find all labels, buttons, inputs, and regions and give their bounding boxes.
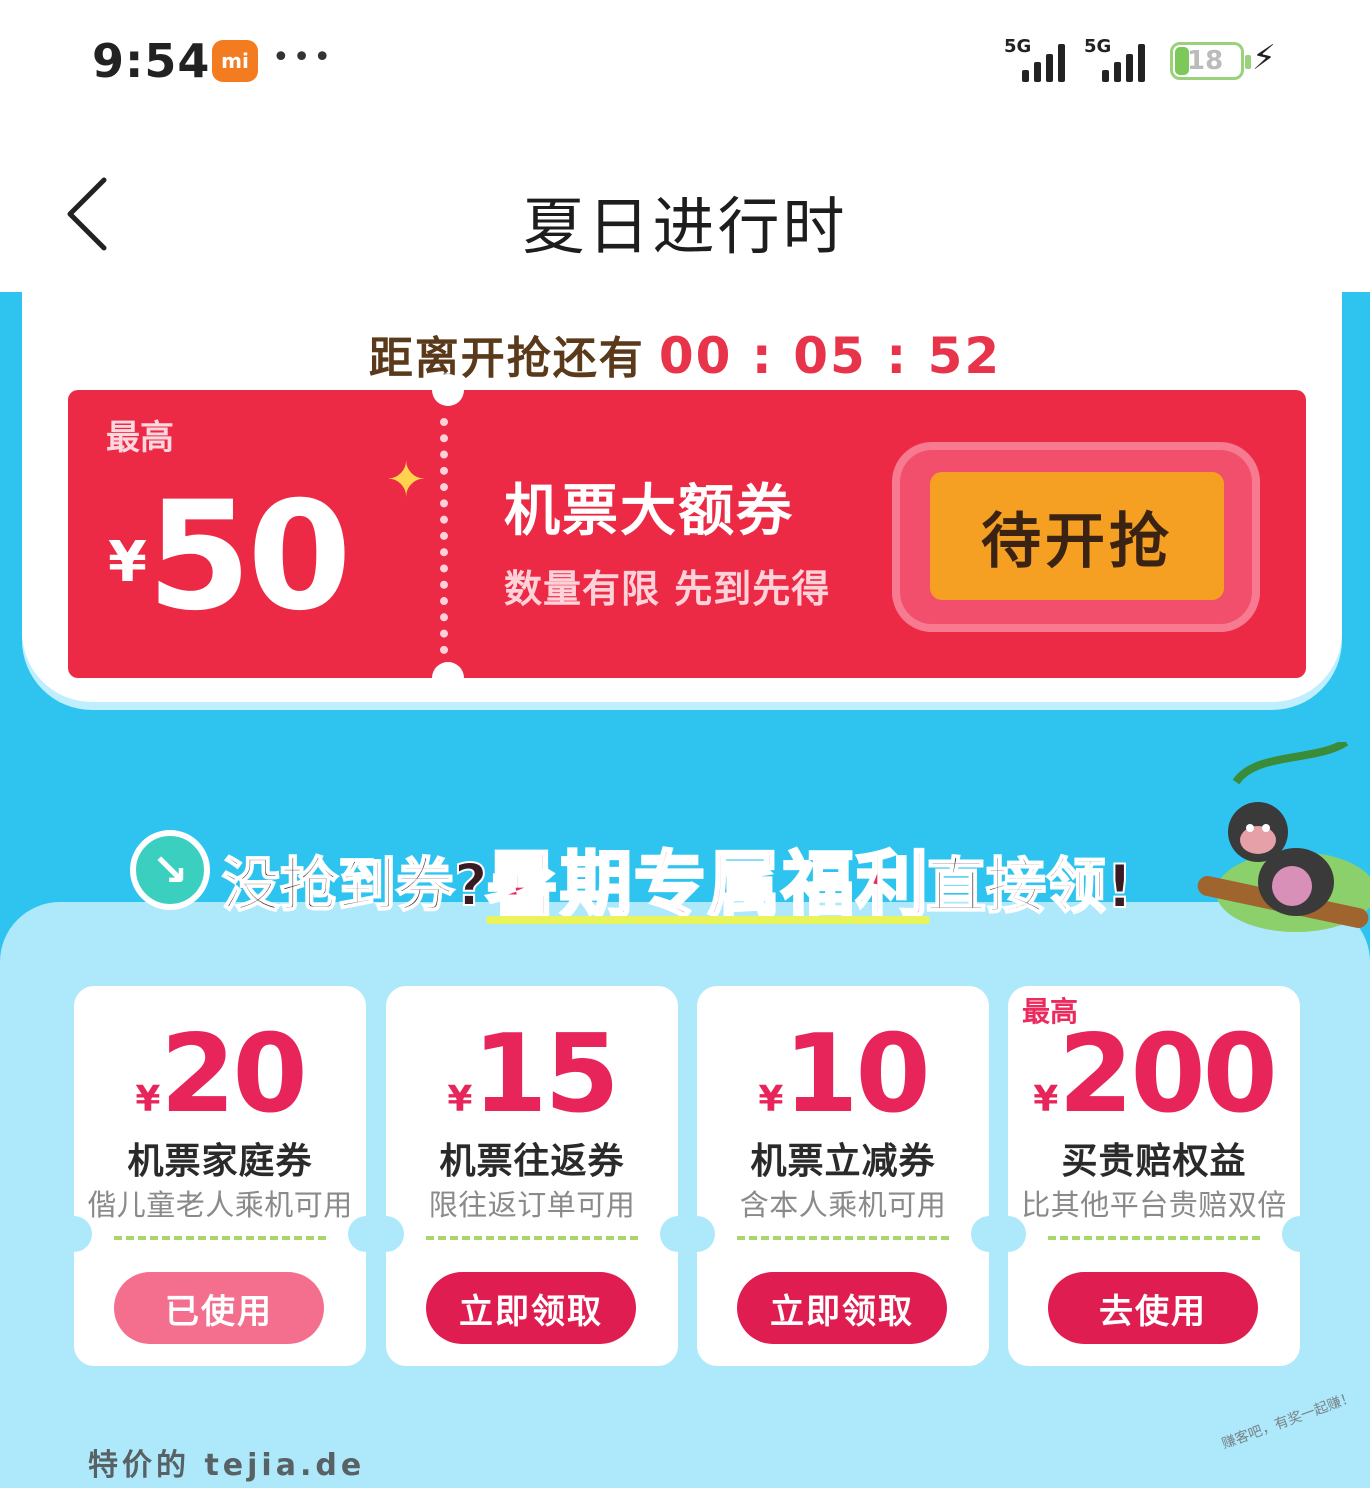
status-bar: 9:54 mi ••• 5G 5G 18 ⚡ xyxy=(0,0,1370,120)
coupon-divider xyxy=(426,1236,638,1240)
pending-grab-button[interactable]: 待开抢 xyxy=(930,472,1224,600)
perforation-divider xyxy=(440,418,454,654)
coupon-name: 机票立减券 xyxy=(750,1141,936,1182)
coupon-amount: ¥15 xyxy=(447,1012,619,1137)
main-coupon-amount: ¥50 xyxy=(108,470,352,644)
coupon-instant-discount[interactable]: ¥10 机票立减券 含本人乘机可用 立即领取 xyxy=(679,986,1007,1366)
sparkle-icon: ✦ xyxy=(386,452,427,508)
monkey-mascot xyxy=(1197,742,1370,932)
coupon-amount: ¥20 xyxy=(135,1012,307,1137)
coupon-family[interactable]: ¥20 机票家庭券 偕儿童老人乘机可用 已使用 xyxy=(56,986,384,1366)
more-notifications-icon: ••• xyxy=(272,40,335,75)
heading-underline xyxy=(486,916,930,924)
signal-icon-2: 5G xyxy=(1084,36,1156,82)
coupon-desc: 比其他平台贵赔双倍 xyxy=(1021,1188,1287,1222)
main-coupon[interactable]: 最高 ¥50 ✦ 机票大额券 数量有限 先到先得 待开抢 xyxy=(68,374,1306,694)
main-coupon-subtitle: 数量有限 先到先得 xyxy=(504,567,831,611)
coupon-divider xyxy=(114,1236,326,1240)
claim-now-button[interactable]: 立即领取 xyxy=(426,1272,636,1344)
welfare-heading-part1: 没抢到券? xyxy=(221,850,489,920)
watermark: 特价的 tejia.de xyxy=(88,1448,366,1483)
go-use-button[interactable]: 去使用 xyxy=(1048,1272,1258,1344)
mi-app-icon: mi xyxy=(212,40,258,82)
coupon-name: 机票家庭券 xyxy=(127,1141,313,1182)
countdown: 距离开抢还有 00 : 05 : 52 xyxy=(0,322,1370,386)
battery-level: 18 xyxy=(1187,46,1224,76)
coupon-desc: 限往返订单可用 xyxy=(428,1188,636,1222)
signal-icon-1: 5G xyxy=(1004,36,1076,82)
coupon-amount: ¥200 xyxy=(1033,1012,1278,1137)
page-title: 夏日进行时 xyxy=(522,190,848,263)
countdown-label: 距离开抢还有 xyxy=(368,333,645,384)
coupon-desc: 偕儿童老人乘机可用 xyxy=(87,1188,353,1222)
promo-area: 距离开抢还有 00 : 05 : 52 最高 ¥50 ✦ 机票大额券 数量有限 先… xyxy=(0,292,1370,1488)
arrow-down-right-icon: ↘ xyxy=(130,830,210,910)
claim-now-button[interactable]: 立即领取 xyxy=(737,1272,947,1344)
welfare-heading-part3: 直接领! xyxy=(925,851,1134,923)
coupon-divider xyxy=(737,1236,949,1240)
coupon-desc: 含本人乘机可用 xyxy=(739,1188,947,1222)
nav-bar: 夏日进行时 xyxy=(0,120,1370,292)
countdown-time: 00 : 05 : 52 xyxy=(658,327,1002,385)
status-time: 9:54 xyxy=(92,34,211,88)
coupon-price-guarantee[interactable]: 最高 ¥200 买贵赔权益 比其他平台贵赔双倍 去使用 xyxy=(990,986,1318,1366)
welfare-heading: ↘ 没抢到券? 暑期专属福利 直接领! xyxy=(130,812,1230,929)
coupon-name: 机票往返券 xyxy=(439,1141,625,1182)
coupon-used-button[interactable]: 已使用 xyxy=(114,1272,324,1344)
main-coupon-name: 机票大额券 xyxy=(504,479,794,544)
coupon-divider xyxy=(1048,1236,1260,1240)
battery-icon: 18 xyxy=(1170,42,1251,80)
coupon-amount: ¥10 xyxy=(758,1012,930,1137)
charging-icon: ⚡ xyxy=(1252,38,1276,78)
main-coupon-top-label: 最高 xyxy=(106,418,174,458)
coupon-roundtrip[interactable]: ¥15 机票往返券 限往返订单可用 立即领取 xyxy=(368,986,696,1366)
coupon-name: 买贵赔权益 xyxy=(1061,1141,1247,1182)
